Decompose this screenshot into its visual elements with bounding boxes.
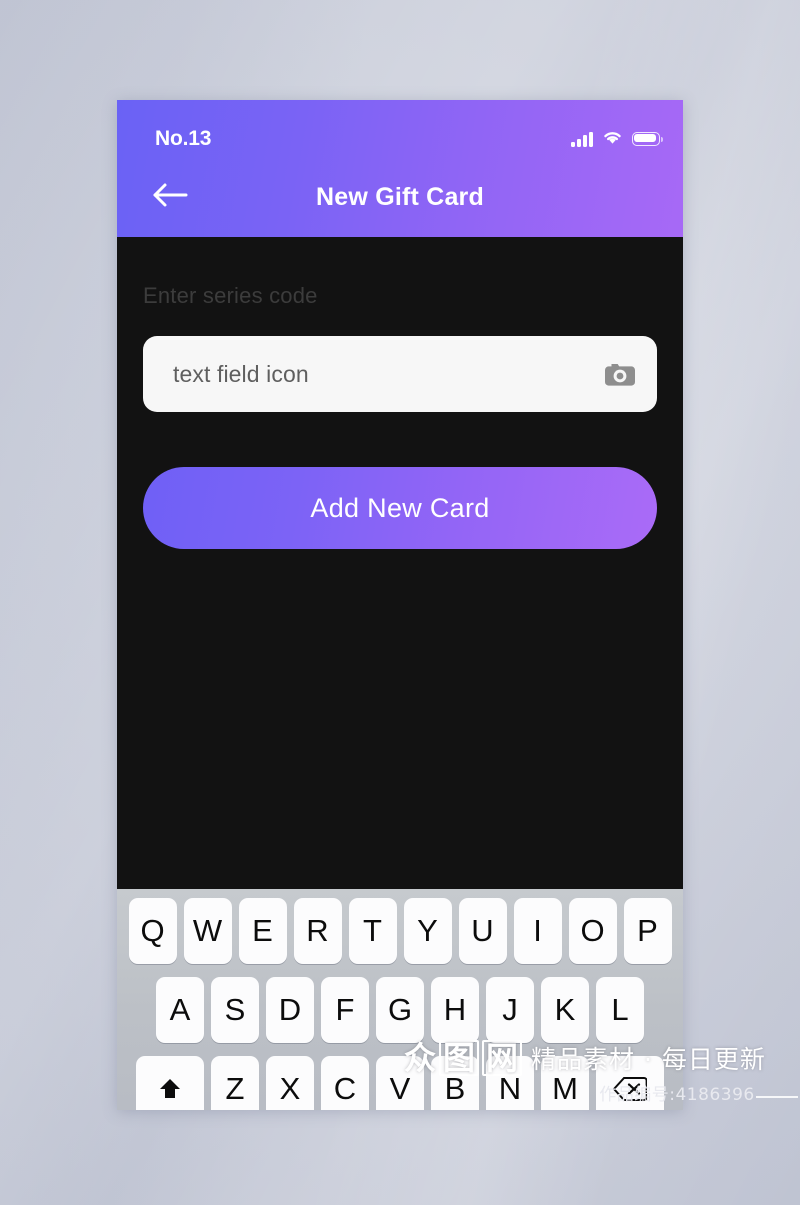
- key-t[interactable]: T: [348, 898, 397, 964]
- key-b[interactable]: B: [431, 1056, 479, 1110]
- status-bar: No.13: [117, 124, 683, 154]
- app-header: No.13 New Gift Card: [117, 100, 683, 237]
- key-n[interactable]: N: [486, 1056, 534, 1110]
- key-u[interactable]: U: [458, 898, 507, 964]
- camera-icon[interactable]: [604, 361, 636, 387]
- backspace-delete-icon: [613, 1076, 647, 1102]
- battery-icon: [632, 132, 663, 146]
- series-code-field[interactable]: text field icon: [143, 336, 657, 412]
- add-new-card-button[interactable]: Add New Card: [143, 467, 657, 549]
- form-area: Enter series code text field icon Add Ne…: [117, 237, 683, 889]
- nav-bar: New Gift Card: [117, 174, 683, 220]
- key-q[interactable]: Q: [128, 898, 177, 964]
- key-f[interactable]: F: [321, 977, 369, 1043]
- key-z[interactable]: Z: [211, 1056, 259, 1110]
- keyboard-row-1: QWERTYUIOP: [117, 898, 683, 964]
- key-x[interactable]: X: [266, 1056, 314, 1110]
- on-screen-keyboard[interactable]: QWERTYUIOP ASDFGHJKL ZXCVBNM: [117, 889, 683, 1110]
- key-k[interactable]: K: [541, 977, 589, 1043]
- key-d[interactable]: D: [266, 977, 314, 1043]
- key-l[interactable]: L: [596, 977, 644, 1043]
- keyboard-row-2: ASDFGHJKL: [117, 977, 683, 1043]
- shift-arrow-up-icon: [157, 1076, 183, 1102]
- series-code-label: Enter series code: [143, 283, 318, 308]
- key-y[interactable]: Y: [403, 898, 452, 964]
- status-carrier-label: No.13: [155, 127, 212, 150]
- phone-screen: No.13 New Gift Card Enter series code te…: [117, 100, 683, 1110]
- key-o[interactable]: O: [568, 898, 617, 964]
- key-w[interactable]: W: [183, 898, 232, 964]
- keyboard-row-3: ZXCVBNM: [117, 1056, 683, 1110]
- key-i[interactable]: I: [513, 898, 562, 964]
- wifi-icon: [602, 129, 623, 150]
- key-e[interactable]: E: [238, 898, 287, 964]
- key-p[interactable]: P: [623, 898, 672, 964]
- key-shift[interactable]: [136, 1056, 204, 1110]
- key-j[interactable]: J: [486, 977, 534, 1043]
- series-code-input[interactable]: text field icon: [173, 361, 604, 388]
- key-backspace[interactable]: [596, 1056, 664, 1110]
- page-title: New Gift Card: [316, 182, 484, 211]
- back-button[interactable]: [144, 177, 196, 217]
- key-m[interactable]: M: [541, 1056, 589, 1110]
- key-g[interactable]: G: [376, 977, 424, 1043]
- key-v[interactable]: V: [376, 1056, 424, 1110]
- key-h[interactable]: H: [431, 977, 479, 1043]
- arrow-left-icon: [151, 181, 189, 214]
- key-r[interactable]: R: [293, 898, 342, 964]
- key-c[interactable]: C: [321, 1056, 369, 1110]
- status-icons: [571, 129, 663, 150]
- signal-bars-icon: [571, 131, 593, 147]
- key-a[interactable]: A: [156, 977, 204, 1043]
- key-s[interactable]: S: [211, 977, 259, 1043]
